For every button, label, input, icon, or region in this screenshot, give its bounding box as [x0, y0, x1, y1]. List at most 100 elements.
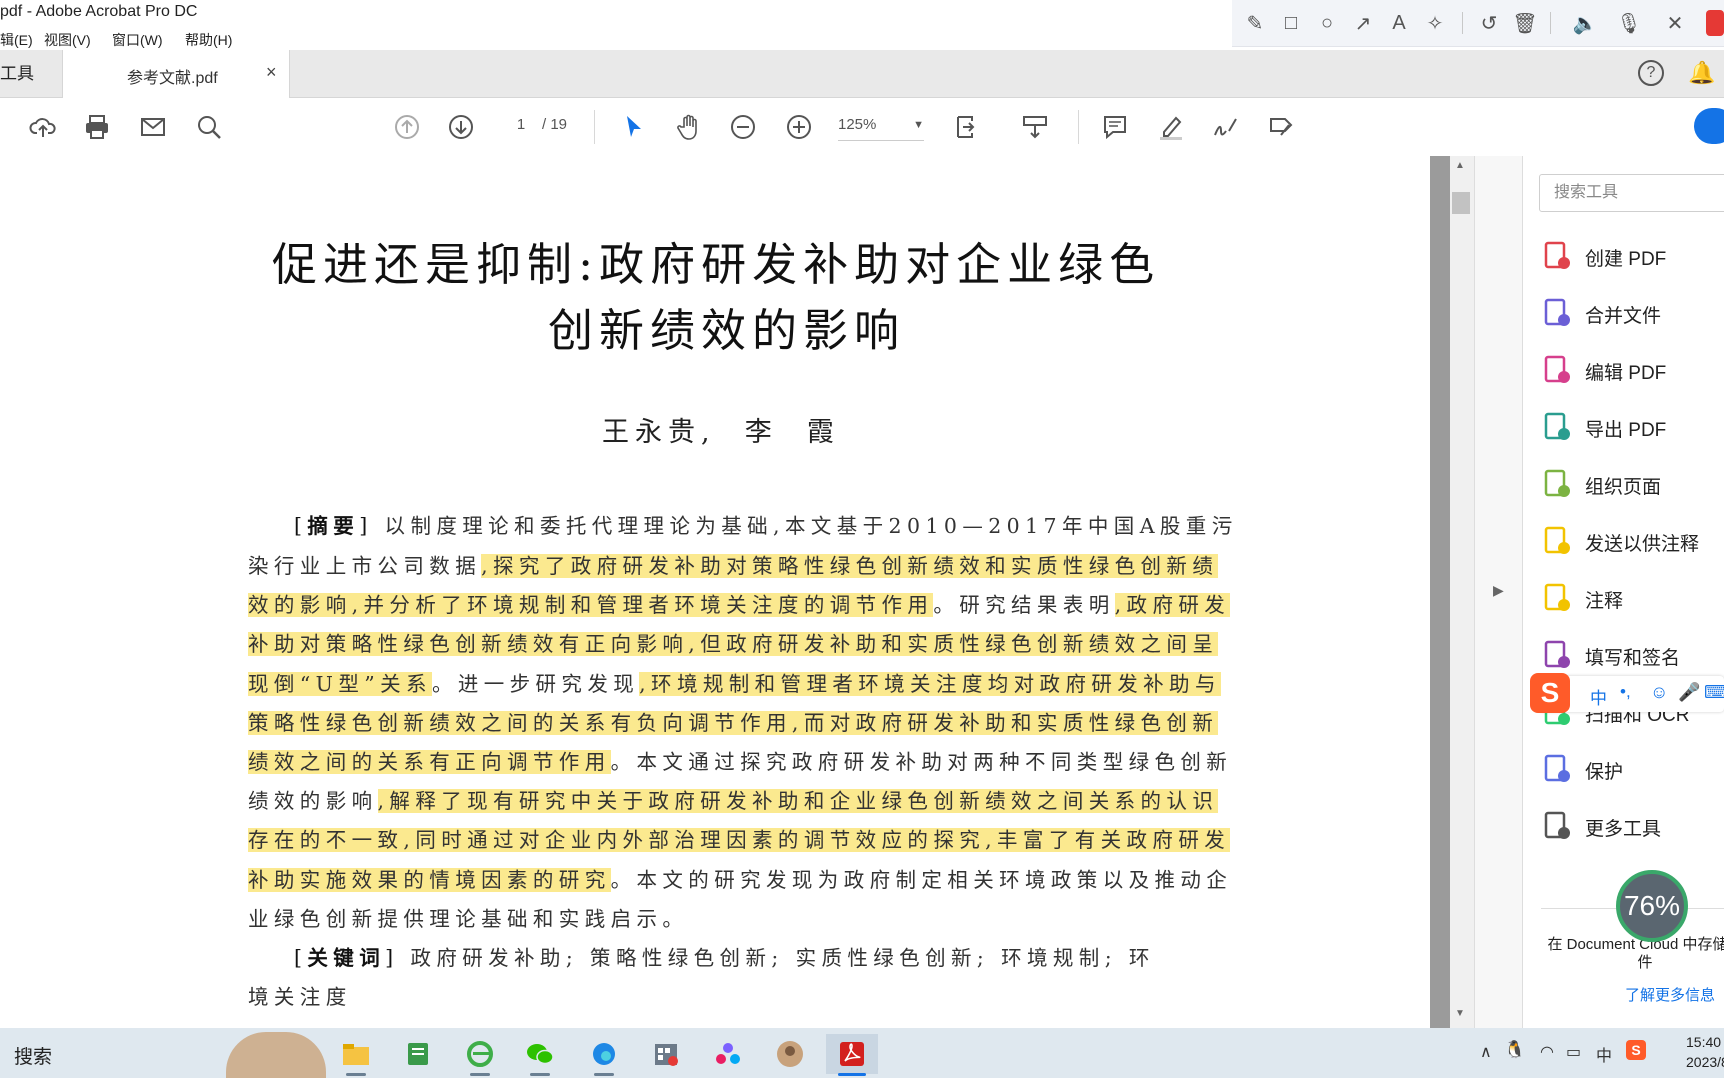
edge-browser-icon[interactable]	[578, 1034, 630, 1076]
clock-date: 2023/8	[1686, 1054, 1724, 1070]
chevron-up-icon[interactable]: ∧	[1480, 1042, 1492, 1062]
tab-document-label: 参考文献.pdf	[127, 70, 218, 87]
bell-icon[interactable]: 🔔	[1688, 60, 1715, 86]
scrollbar-thumb[interactable]	[1452, 192, 1470, 214]
zoom-in-icon[interactable]	[784, 112, 814, 142]
notes-app-icon[interactable]	[392, 1034, 444, 1074]
scroll-down-icon[interactable]: ▼	[1455, 1008, 1465, 1019]
tool-item[interactable]: 导出 PDF	[1541, 409, 1724, 449]
close-icon[interactable]: ✕	[1662, 10, 1688, 36]
sogou-tray-icon[interactable]: S	[1626, 1040, 1646, 1060]
more-tools-icon	[1541, 810, 1573, 842]
upload-icon[interactable]	[28, 112, 58, 142]
qq-icon[interactable]: 🐧	[1504, 1040, 1525, 1060]
search-icon[interactable]	[194, 112, 224, 142]
speaker-icon[interactable]: 🔈	[1572, 10, 1598, 36]
tool-item[interactable]: 合并文件	[1541, 295, 1724, 335]
tab-document[interactable]: 参考文献.pdf ×	[62, 50, 290, 98]
chevron-right-icon[interactable]: ▶	[1493, 582, 1504, 599]
collab-app-icon[interactable]	[702, 1034, 754, 1074]
help-icon[interactable]: ?	[1638, 60, 1664, 86]
combine-files-icon	[1541, 297, 1573, 329]
magic-wand-icon[interactable]: ✧	[1422, 10, 1448, 36]
hand-tool-icon[interactable]	[674, 112, 704, 142]
highlight-annotation: 补助实施效果的情境因素的研究	[248, 868, 611, 892]
microphone-icon[interactable]: 🎤	[1678, 682, 1700, 703]
file-explorer-icon[interactable]	[330, 1034, 382, 1076]
text-icon[interactable]: A	[1386, 10, 1412, 36]
tool-item[interactable]: 更多工具	[1541, 808, 1724, 848]
abstract-line-7: 绩效之间的关系有正向调节作用。本文通过探究政府研发补助对两种不同类型绿色创新	[248, 750, 1233, 774]
zoom-out-icon[interactable]	[728, 112, 758, 142]
print-icon[interactable]	[82, 112, 112, 142]
highlight-annotation: 策略性绿色创新绩效之间的关系有负向调节作用,而对政府研发补助和实质性绿色创新	[248, 711, 1219, 735]
tool-item[interactable]: 组织页面	[1541, 466, 1724, 506]
sign-icon[interactable]	[1210, 112, 1240, 142]
share-button[interactable]	[1694, 108, 1724, 144]
right-pane-toggle[interactable]: ▶	[1474, 156, 1523, 1028]
cloud-storage-text: 在 Document Cloud 中存储文件	[1547, 936, 1724, 971]
zoom-select[interactable]: 125% ▼	[838, 110, 924, 141]
chevron-down-icon: ▼	[913, 119, 924, 131]
input-method-icon[interactable]: 中	[1596, 1042, 1612, 1066]
tool-search-input[interactable]: 搜索工具	[1539, 174, 1724, 212]
menu-help[interactable]: 帮助(H)	[185, 30, 232, 50]
sogou-logo-icon[interactable]: S	[1530, 673, 1570, 713]
fill-sign-icon	[1541, 639, 1573, 671]
taskbar-search[interactable]: 搜索	[14, 1042, 52, 1069]
page-number-input[interactable]: 1	[500, 110, 542, 140]
vertical-scrollbar[interactable]: ▲ ▼	[1450, 156, 1474, 1028]
tab-tools[interactable]: 工具	[0, 50, 62, 97]
arrow-icon[interactable]: ↗	[1350, 10, 1376, 36]
undo-icon[interactable]: ↺	[1476, 10, 1502, 36]
keyboard-icon[interactable]: ⌨	[1704, 682, 1724, 703]
abstract-line-8: 绩效的影响,解释了现有研究中关于政府研发补助和企业绿色创新绩效之间关系的认识	[248, 789, 1219, 813]
menu-view[interactable]: 视图(V)	[44, 30, 91, 50]
highlight-icon[interactable]	[1156, 112, 1186, 142]
ime-mode[interactable]: 中	[1590, 684, 1607, 709]
system-clock[interactable]: 15:40 2023/8	[1686, 1032, 1724, 1072]
pencil-icon[interactable]: ✎	[1242, 10, 1268, 36]
tool-item[interactable]: 保护	[1541, 751, 1724, 791]
organize-pages-icon	[1541, 468, 1573, 500]
calendar-app-icon[interactable]	[640, 1034, 692, 1074]
scroll-up-icon[interactable]: ▲	[1455, 160, 1465, 171]
zoom-value: 125%	[838, 116, 877, 133]
learn-more-link[interactable]: 了解更多信息	[1625, 984, 1715, 1005]
user-avatar-icon[interactable]	[764, 1034, 816, 1074]
tab-bar: 工具 参考文献.pdf × ? 🔔	[0, 50, 1724, 98]
circle-icon[interactable]: ○	[1314, 10, 1340, 36]
tool-item[interactable]: 创建 PDF	[1541, 238, 1724, 278]
scroll-mode-icon[interactable]	[1020, 112, 1050, 142]
performance-widget[interactable]: 76%	[1616, 870, 1688, 942]
rectangle-icon[interactable]: □	[1278, 10, 1304, 36]
emoji-icon[interactable]: ☺	[1650, 682, 1668, 703]
trash-icon[interactable]: 🗑	[1512, 10, 1538, 36]
ime-punct[interactable]: •,	[1620, 682, 1631, 702]
ie-browser-icon[interactable]	[454, 1034, 506, 1076]
document-view[interactable]: 促进还是抑制:政府研发补助对企业绿色 创新绩效的影响 王永贵, 李 霞 [摘要]…	[0, 156, 1430, 1028]
fit-page-icon[interactable]	[952, 112, 982, 142]
menu-window[interactable]: 窗口(W)	[112, 30, 163, 50]
email-icon[interactable]	[138, 112, 168, 142]
tab-close-icon[interactable]: ×	[266, 62, 277, 83]
tool-item[interactable]: 发送以供注释	[1541, 523, 1724, 563]
pdf-page: 促进还是抑制:政府研发补助对企业绿色 创新绩效的影响 王永贵, 李 霞 [摘要]…	[0, 156, 1430, 1028]
tool-item[interactable]: 填写和签名	[1541, 637, 1724, 677]
microphone-icon[interactable]: 🎙	[1616, 10, 1642, 36]
taskbar: 搜索 ∧ 🐧 ◠ ▭ 中 S 15:40 2023/8	[0, 1028, 1724, 1078]
battery-icon[interactable]: ▭	[1566, 1042, 1581, 1062]
select-cursor-icon[interactable]	[618, 112, 648, 142]
tool-item[interactable]: 编辑 PDF	[1541, 352, 1724, 392]
comment-icon[interactable]	[1100, 112, 1130, 142]
wifi-icon[interactable]: ◠	[1540, 1042, 1554, 1062]
menu-edit[interactable]: 辑(E)	[0, 30, 33, 50]
next-page-icon[interactable]	[446, 112, 476, 142]
wechat-icon[interactable]	[514, 1034, 566, 1076]
record-icon[interactable]	[1706, 10, 1724, 36]
tool-item-label: 导出 PDF	[1585, 420, 1667, 441]
previous-page-icon[interactable]	[392, 112, 422, 142]
acrobat-icon[interactable]	[826, 1034, 878, 1076]
tool-item[interactable]: 注释	[1541, 580, 1724, 620]
tag-edit-icon[interactable]	[1266, 112, 1296, 142]
